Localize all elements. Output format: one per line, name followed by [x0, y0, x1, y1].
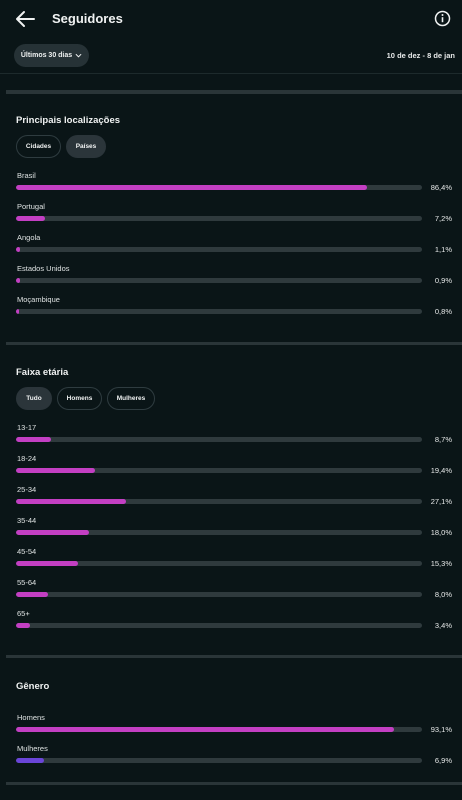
age-bar-track	[16, 592, 422, 597]
age-row-label: 35-44	[17, 516, 37, 525]
age-row-percent: 15,3%	[430, 559, 452, 568]
location-row-percent: 0,9%	[434, 276, 452, 285]
period-label: Últimos 30 dias	[20, 52, 73, 59]
location-bar-fill	[16, 247, 21, 252]
age-bar-fill	[16, 592, 49, 597]
top-bar: Seguidores	[0, 0, 462, 38]
location-row-percent: 0,8%	[434, 307, 452, 316]
location-bar-track	[16, 309, 422, 314]
age-row-percent: 19,4%	[430, 466, 452, 475]
age-row-percent: 8,7%	[434, 435, 452, 444]
section-divider	[6, 90, 462, 94]
age-row-label: 25-34	[17, 485, 37, 494]
section-divider	[6, 342, 462, 345]
gender-row-label: Mulheres	[17, 744, 48, 753]
gender-row-label: Homens	[17, 713, 45, 722]
age-row-label: 55-64	[17, 578, 37, 587]
location-bar-fill	[16, 278, 20, 283]
age-row-label: 45-54	[17, 547, 37, 556]
back-arrow-icon[interactable]	[14, 9, 36, 29]
tab-tudo[interactable]: Tudo	[16, 387, 52, 410]
age-bar-fill	[16, 437, 52, 442]
page-title: Seguidores	[52, 11, 123, 26]
tab-homens[interactable]: Homens	[57, 387, 102, 410]
tab-cidades-label: Cidades	[25, 143, 52, 150]
age-bar-track	[16, 623, 422, 628]
age-title: Faixa etária	[16, 367, 69, 378]
age-row-percent: 8,0%	[434, 590, 452, 599]
section-divider	[6, 782, 462, 785]
age-bar-fill	[16, 530, 90, 535]
tab-mulheres[interactable]: Mulheres	[107, 387, 155, 410]
chevron-down-icon	[75, 53, 82, 58]
location-row-label: Portugal	[17, 202, 45, 211]
age-row-label: 13-17	[17, 423, 37, 432]
location-bar-track	[16, 216, 422, 221]
age-bar-track	[16, 561, 422, 566]
gender-bar-track	[16, 758, 422, 763]
tab-paises[interactable]: Países	[66, 135, 106, 158]
age-row-percent: 18,0%	[430, 528, 452, 537]
gender-bar-track	[16, 727, 422, 732]
age-bar-fill	[16, 623, 30, 628]
age-bar-fill	[16, 561, 79, 566]
age-bar-track	[16, 499, 422, 504]
location-row-percent: 1,1%	[434, 245, 452, 254]
location-row-label: Estados Unidos	[17, 264, 70, 273]
age-bar-fill	[16, 499, 127, 504]
location-bar-track	[16, 185, 422, 190]
age-row-label: 18-24	[17, 454, 37, 463]
date-range: 10 de dez - 8 de jan	[386, 51, 455, 60]
location-row-percent: 86,4%	[430, 183, 452, 192]
location-bar-fill	[16, 185, 367, 190]
period-dropdown[interactable]: Últimos 30 dias	[14, 44, 89, 67]
age-bar-track	[16, 468, 422, 473]
age-row-percent: 27,1%	[430, 497, 452, 506]
location-bar-track	[16, 247, 422, 252]
tab-paises-label: Países	[75, 143, 97, 150]
age-bar-track	[16, 437, 422, 442]
gender-bar-fill	[16, 758, 44, 763]
age-row-label: 65+	[17, 609, 30, 618]
gender-title: Gênero	[16, 681, 50, 692]
location-row-percent: 7,2%	[434, 214, 452, 223]
location-row-label: Moçambique	[17, 295, 60, 304]
age-bar-fill	[16, 468, 95, 473]
gender-bar-fill	[16, 727, 394, 732]
section-divider	[6, 655, 462, 658]
gender-row-percent: 6,9%	[434, 756, 452, 765]
tab-mulheres-label: Mulheres	[116, 395, 146, 402]
location-bar-fill	[16, 309, 20, 314]
location-bar-fill	[16, 216, 46, 221]
tab-tudo-label: Tudo	[26, 395, 42, 402]
location-row-label: Brasil	[17, 171, 36, 180]
gender-row-percent: 93,1%	[430, 725, 452, 734]
tab-cidades[interactable]: Cidades	[16, 135, 61, 158]
tab-homens-label: Homens	[66, 395, 93, 402]
location-row-label: Angola	[17, 233, 41, 242]
age-bar-track	[16, 530, 422, 535]
age-row-percent: 3,4%	[434, 621, 452, 630]
filter-row: Últimos 30 dias 10 de dez - 8 de jan	[0, 38, 462, 74]
location-bar-track	[16, 278, 422, 283]
info-icon[interactable]	[434, 10, 451, 27]
locations-title: Principais localizações	[16, 115, 121, 126]
